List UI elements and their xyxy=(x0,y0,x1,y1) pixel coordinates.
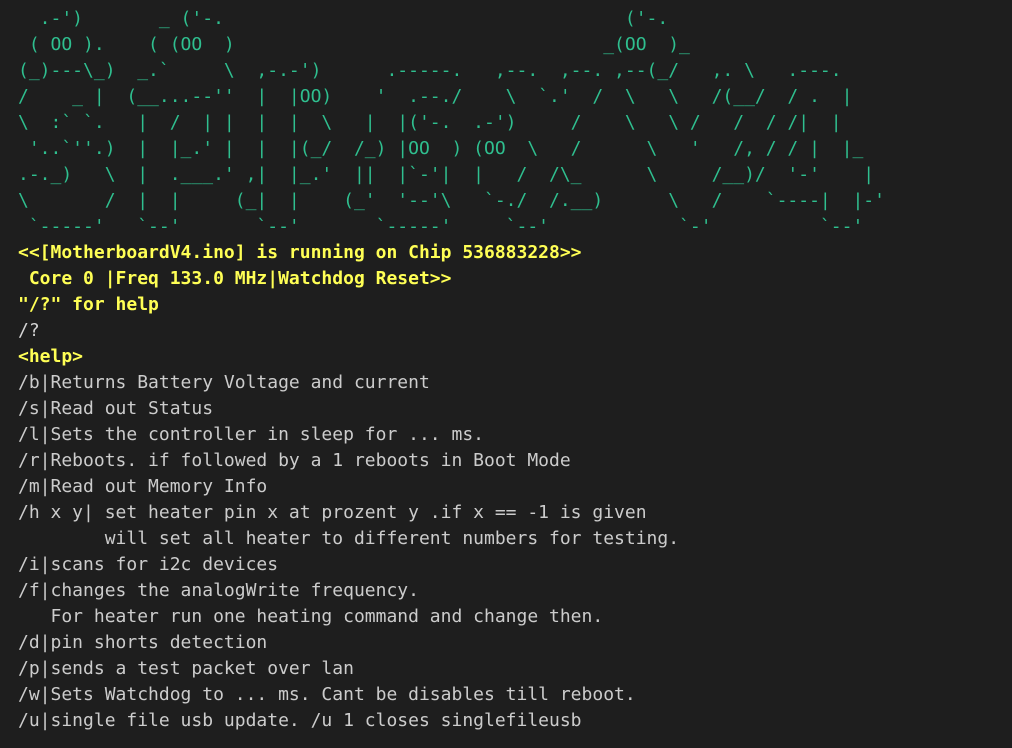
help-item-lan: /p|sends a test packet over lan xyxy=(18,658,354,679)
help-hint: "/?" for help xyxy=(18,294,159,315)
help-item-sleep: /l|Sets the controller in sleep for ... … xyxy=(18,424,484,445)
help-item-battery: /b|Returns Battery Voltage and current xyxy=(18,372,430,393)
banner-line: .-._) \ | .___.' ,| |_.' || |`-'| | / /\… xyxy=(18,164,875,185)
help-item-pin-shorts: /d|pin shorts detection xyxy=(18,632,268,653)
help-list: /b|Returns Battery Voltage and current /… xyxy=(18,370,1012,734)
banner-line: '..`''.) | |_.' | | |(_/ /_) |OO ) (OO \… xyxy=(18,138,875,159)
help-tag: <help> xyxy=(18,346,84,367)
banner-line: ( OO ). ( (OO ) _(OO )_ xyxy=(18,34,842,55)
help-item-status: /s|Read out Status xyxy=(18,398,214,419)
banner-line: (_)---\_) _.` \ ,-.-') .-----. ,--. ,--.… xyxy=(18,60,853,81)
banner-line: \ / | | (_| | (_' '--'\ `-./ /.__) \ / `… xyxy=(18,190,885,211)
help-item-heater-cont: will set all heater to different numbers… xyxy=(18,528,680,549)
banner-line: .-') _ ('-. ('-. xyxy=(18,8,842,29)
banner-line: `-----' `--' `--' `-----' `--' `-' `--' xyxy=(18,216,885,237)
banner-line: \ :` `. | / | | | | \ | |('-. .-') / \ \… xyxy=(18,112,853,133)
serial-terminal[interactable]: .-') _ ('-. ('-. ( OO ). ( (OO ) _(OO )_… xyxy=(18,6,1012,748)
help-item-usb: /u|single file usb update. /u 1 closes s… xyxy=(18,710,582,731)
banner-line: / _ | (__...--'' | |OO) ' .--./ \ `.' / … xyxy=(18,86,864,107)
help-item-i2c: /i|scans for i2c devices xyxy=(18,554,279,575)
help-item-reboot: /r|Reboots. if followed by a 1 reboots i… xyxy=(18,450,571,471)
help-item-watchdog: /w|Sets Watchdog to ... ms. Cant be disa… xyxy=(18,684,636,705)
running-status: <<[MotherboardV4.ino] is running on Chip… xyxy=(18,242,582,263)
core-status: Core 0 |Freq 133.0 MHz|Watchdog Reset>> xyxy=(18,268,452,289)
help-item-heater: /h x y| set heater pin x at prozent y .i… xyxy=(18,502,647,523)
help-item-memory: /m|Read out Memory Info xyxy=(18,476,268,497)
entered-command: /? xyxy=(18,320,40,341)
help-item-frequency: /f|changes the analogWrite frequency. xyxy=(18,580,419,601)
ascii-banner: .-') _ ('-. ('-. ( OO ). ( (OO ) _(OO )_… xyxy=(18,6,1012,240)
help-item-frequency-cont: For heater run one heating command and c… xyxy=(18,606,604,627)
